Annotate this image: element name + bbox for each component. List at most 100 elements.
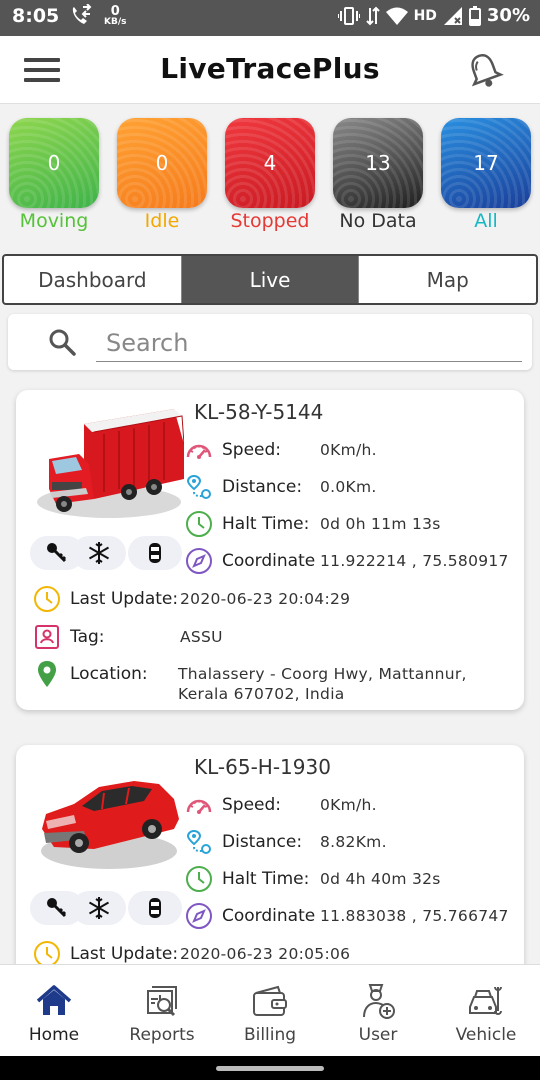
ac-snowflake-icon [72, 536, 126, 570]
network-speed-unit: KB/s [104, 17, 127, 27]
status-bar: 8:05 0 KB/s HD 30% [0, 0, 540, 36]
location-label: Location: [70, 664, 148, 684]
last-update-label: Last Update: [70, 944, 179, 964]
location-pin-icon [38, 661, 56, 687]
status-count: 17 [473, 151, 499, 175]
vehicle-card[interactable]: KL-58-Y-5144 Speed: 0Km/h. Distance: 0.0… [16, 390, 524, 710]
car-image [41, 781, 179, 869]
distance-label: Distance: [222, 832, 303, 852]
status-label: Stopped [230, 210, 310, 232]
status-label: Moving [19, 210, 89, 232]
coordinate-row: Coordinate 11.883038 , 75.766747 [184, 901, 509, 931]
coordinate-row: Coordinate 11.922214 , 75.580917 [184, 546, 509, 576]
speed-row: Speed: 0Km/h. [184, 435, 377, 465]
status-tile-stopped[interactable]: 4 Stopped [225, 118, 315, 232]
last-update-clock-icon [34, 941, 60, 964]
nav-billing-label: Billing [243, 1025, 297, 1045]
search-icon [49, 329, 76, 356]
nav-reports[interactable]: Reports [108, 965, 216, 1056]
location-value: Thalassery - Coorg Hwy, Mattannur, Keral… [178, 665, 467, 703]
nav-user[interactable]: User [324, 965, 432, 1056]
tab-live[interactable]: Live [180, 256, 359, 303]
last-update-row: Last Update: 2020-06-23 20:05:06 [32, 939, 350, 964]
status-tile-no-data[interactable]: 13 No Data [333, 118, 423, 232]
speed-value: 0Km/h. [320, 796, 377, 814]
route-distance-icon [186, 829, 211, 854]
home-gesture-pill[interactable] [216, 1066, 324, 1071]
network-speed: 0 KB/s [104, 5, 126, 27]
status-count: 4 [263, 151, 277, 175]
status-tile-moving-box: 0 [9, 118, 99, 208]
ac-snowflake-icon [72, 891, 126, 925]
vehicle-plate: KL-58-Y-5144 [194, 400, 324, 424]
truck-image [37, 409, 184, 518]
tab-map[interactable]: Map [358, 256, 536, 303]
user-add-icon [363, 984, 395, 1019]
nav-reports-label: Reports [129, 1025, 195, 1045]
call-transfer-icon [72, 4, 92, 24]
nav-home[interactable]: Home [0, 965, 108, 1056]
speed-label: Speed: [222, 440, 282, 460]
status-count: 13 [365, 151, 391, 175]
status-count: 0 [47, 151, 61, 175]
halt-time-label: Halt Time: [222, 514, 310, 534]
vibrate-icon [337, 6, 360, 25]
coordinate-label: Coordinate [222, 906, 316, 926]
status-time: 8:05 [12, 5, 60, 27]
clock-icon [186, 866, 212, 892]
status-tile-moving[interactable]: 0 Moving [9, 118, 99, 232]
speed-value: 0Km/h. [320, 441, 377, 459]
clock-icon [186, 511, 212, 537]
distance-row: Distance: 0.0Km. [184, 472, 377, 502]
wifi-icon [385, 7, 408, 25]
status-tile-all-box: 17 [441, 118, 531, 208]
search-input[interactable] [96, 324, 522, 362]
halt-time-value: 0d 4h 40m 32s [320, 870, 441, 888]
signal-icon [443, 6, 462, 25]
coordinate-label: Coordinate [222, 551, 316, 571]
coordinate-value: 11.922214 , 75.580917 [320, 552, 509, 570]
search-box [8, 314, 532, 370]
status-filter-row: 0 Moving 0 Idle 4 Stopped 13 No Data 17 … [0, 118, 540, 240]
distance-value: 8.82Km. [320, 833, 387, 851]
network-type: HD [413, 7, 437, 24]
vehicle-card[interactable]: KL-65-H-1930 Speed: 0Km/h. Distance: 8.8… [16, 745, 524, 964]
tag-label: Tag: [70, 627, 105, 647]
status-tile-idle-box: 0 [117, 118, 207, 208]
status-count: 0 [155, 151, 169, 175]
compass-icon [186, 548, 212, 574]
status-tile-all[interactable]: 17 All [441, 118, 531, 232]
app-header: LiveTracePlus [0, 36, 540, 104]
coordinate-value: 11.883038 , 75.766747 [320, 907, 509, 925]
nav-vehicle[interactable]: Vehicle [432, 965, 540, 1056]
status-tile-idle[interactable]: 0 Idle [117, 118, 207, 232]
status-tile-stopped-box: 4 [225, 118, 315, 208]
battery-icon [468, 5, 481, 26]
notification-bell-icon[interactable] [464, 50, 504, 90]
tab-dashboard[interactable]: Dashboard [4, 256, 181, 303]
speed-row: Speed: 0Km/h. [184, 790, 377, 820]
car-door-icon [128, 536, 182, 570]
last-update-row: Last Update: 2020-06-23 20:04:29 [32, 584, 350, 614]
battery-level: 30% [486, 5, 530, 26]
last-update-label: Last Update: [70, 589, 179, 609]
tag-badge-icon [35, 625, 59, 649]
vehicle-list[interactable]: KL-58-Y-5144 Speed: 0Km/h. Distance: 0.0… [0, 372, 540, 964]
nav-billing[interactable]: Billing [216, 965, 324, 1056]
status-label: All [474, 210, 498, 232]
last-update-value: 2020-06-23 20:04:29 [180, 590, 351, 608]
route-distance-icon [186, 474, 211, 499]
status-label: No Data [339, 210, 417, 232]
distance-label: Distance: [222, 477, 303, 497]
tag-value: ASSU [180, 628, 223, 646]
status-tile-no-data-box: 13 [333, 118, 423, 208]
nav-user-label: User [358, 1025, 398, 1045]
home-icon [36, 985, 72, 1015]
distance-value: 0.0Km. [320, 478, 377, 496]
reports-icon [147, 986, 177, 1017]
tag-row: Tag: ASSU [32, 622, 223, 652]
car-door-icon [128, 891, 182, 925]
bottom-navigation: Home Reports Billing User Vehicle [0, 964, 540, 1056]
halt-time-row: Halt Time: 0d 4h 40m 32s [184, 864, 441, 894]
last-update-clock-icon [34, 586, 60, 612]
